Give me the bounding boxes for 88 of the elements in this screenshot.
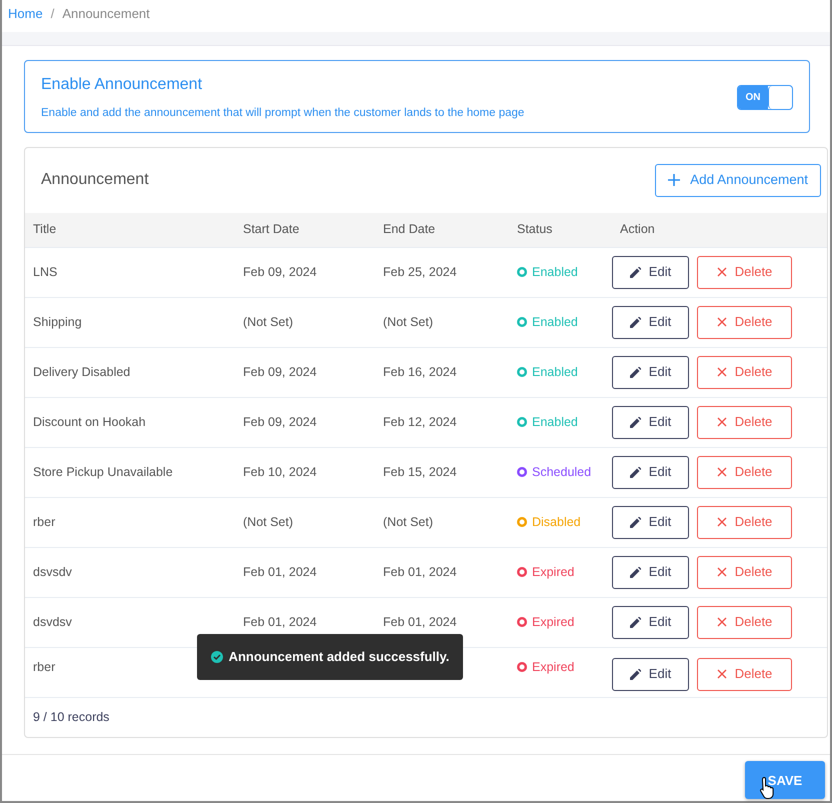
section-title: Announcement	[41, 170, 149, 190]
table-cell-text: Store Pickup Unavailable	[32, 464, 174, 481]
edit-button[interactable]: Edit	[612, 506, 689, 538]
delete-button[interactable]: Delete	[697, 506, 792, 538]
edit-button[interactable]: Edit	[612, 306, 689, 338]
table-cell-text: LNS	[32, 264, 58, 281]
close-icon	[716, 367, 727, 377]
table-cell-text: Delivery Disabled	[32, 364, 132, 381]
status-text: Expired	[532, 658, 574, 676]
table-cell-text: (Not Set)	[242, 514, 294, 531]
panel-title: Enable Announcement	[41, 75, 204, 95]
close-icon	[716, 317, 727, 327]
record-count: 9 / 10 records	[25, 696, 827, 738]
status-text: Expired	[532, 614, 574, 631]
table-cell-text: Feb 09, 2024	[242, 264, 318, 281]
pencil-icon	[630, 316, 641, 328]
column-header: Start Date	[242, 221, 300, 238]
column-header: Action	[619, 221, 656, 238]
close-icon	[716, 467, 727, 477]
column-header: End Date	[382, 221, 436, 238]
toast-message: Announcement added successfully.	[228, 648, 450, 666]
plus-icon	[668, 174, 680, 186]
table-cell-text: Feb 16, 2024	[382, 364, 458, 381]
close-icon	[716, 567, 727, 577]
table-cell-text: (Not Set)	[382, 514, 434, 531]
toggle-switch[interactable]: ON	[737, 85, 793, 110]
add-button[interactable]: Add Announcement	[655, 164, 821, 196]
column-header: Title	[32, 221, 58, 238]
delete-button[interactable]: Delete	[697, 256, 792, 288]
panel-description: Enable and add the announcement that will prompt when the customer lands to the home page	[41, 106, 524, 121]
close-icon	[716, 517, 727, 527]
save-button[interactable]: SAVE	[745, 761, 825, 800]
table-cell-text: Feb 01, 2024	[382, 614, 458, 631]
pencil-icon	[630, 416, 641, 428]
edit-button[interactable]: Edit	[612, 606, 689, 638]
edit-button[interactable]: Edit	[612, 356, 689, 388]
pencil-icon	[630, 668, 641, 680]
close-icon	[716, 267, 727, 277]
edit-button[interactable]: Edit	[612, 658, 689, 690]
table-cell-text: Feb 09, 2024	[242, 414, 318, 431]
table-cell-text: Feb 15, 2024	[382, 464, 458, 481]
table-cell-text: Feb 10, 2024	[242, 464, 318, 481]
status-text: Enabled	[532, 314, 578, 331]
pencil-icon	[630, 516, 641, 528]
delete-button[interactable]: Delete	[697, 658, 792, 690]
delete-button[interactable]: Delete	[697, 606, 792, 638]
table-cell-text: rber	[32, 514, 56, 531]
pencil-icon	[630, 366, 641, 378]
edit-button[interactable]: Edit	[612, 256, 689, 288]
table-cell-text: Feb 25, 2024	[382, 264, 458, 281]
close-icon	[716, 417, 727, 427]
table-cell-text: Discount on Hookah	[32, 414, 147, 431]
table-cell-text: dsvdsv	[32, 614, 73, 631]
breadcrumb-current: Announcement	[62, 5, 150, 23]
delete-button[interactable]: Delete	[697, 306, 792, 338]
edit-button[interactable]: Edit	[612, 406, 689, 438]
table-cell-text: dsvsdv	[32, 564, 73, 581]
pencil-icon	[630, 466, 641, 478]
edit-button[interactable]: Edit	[612, 456, 689, 488]
delete-button[interactable]: Delete	[697, 556, 792, 588]
delete-button[interactable]: Delete	[697, 356, 792, 388]
table-cell-text: Feb 01, 2024	[242, 564, 318, 581]
edit-button[interactable]: Edit	[612, 556, 689, 588]
status-text: Disabled	[532, 514, 581, 531]
table-cell-text: Feb 09, 2024	[242, 364, 318, 381]
table-cell-text: (Not Set)	[242, 314, 294, 331]
delete-button[interactable]: Delete	[697, 406, 792, 438]
status-text: Expired	[532, 564, 574, 581]
table-cell-text: (Not Set)	[382, 314, 434, 331]
breadcrumb-link[interactable]: Home	[8, 4, 43, 28]
status-text: Scheduled	[532, 464, 592, 481]
status-text: Enabled	[532, 414, 578, 431]
breadcrumb-separator: /	[50, 5, 54, 23]
check-circle-icon	[210, 651, 223, 663]
pencil-icon	[630, 616, 641, 628]
close-icon	[716, 617, 727, 627]
table-cell-text: rber	[32, 658, 56, 676]
pencil-icon	[630, 266, 641, 278]
status-text: Enabled	[532, 264, 578, 281]
pencil-icon	[630, 566, 641, 578]
status-text: Enabled	[532, 364, 578, 381]
table-cell-text: Feb 01, 2024	[382, 564, 458, 581]
close-icon	[716, 669, 727, 679]
table-cell-text: Shipping	[32, 314, 83, 331]
table-cell-text: Feb 12, 2024	[382, 414, 458, 431]
delete-button[interactable]: Delete	[697, 456, 792, 488]
column-header: Status	[516, 221, 554, 238]
table-cell-text: Feb 01, 2024	[242, 614, 318, 631]
